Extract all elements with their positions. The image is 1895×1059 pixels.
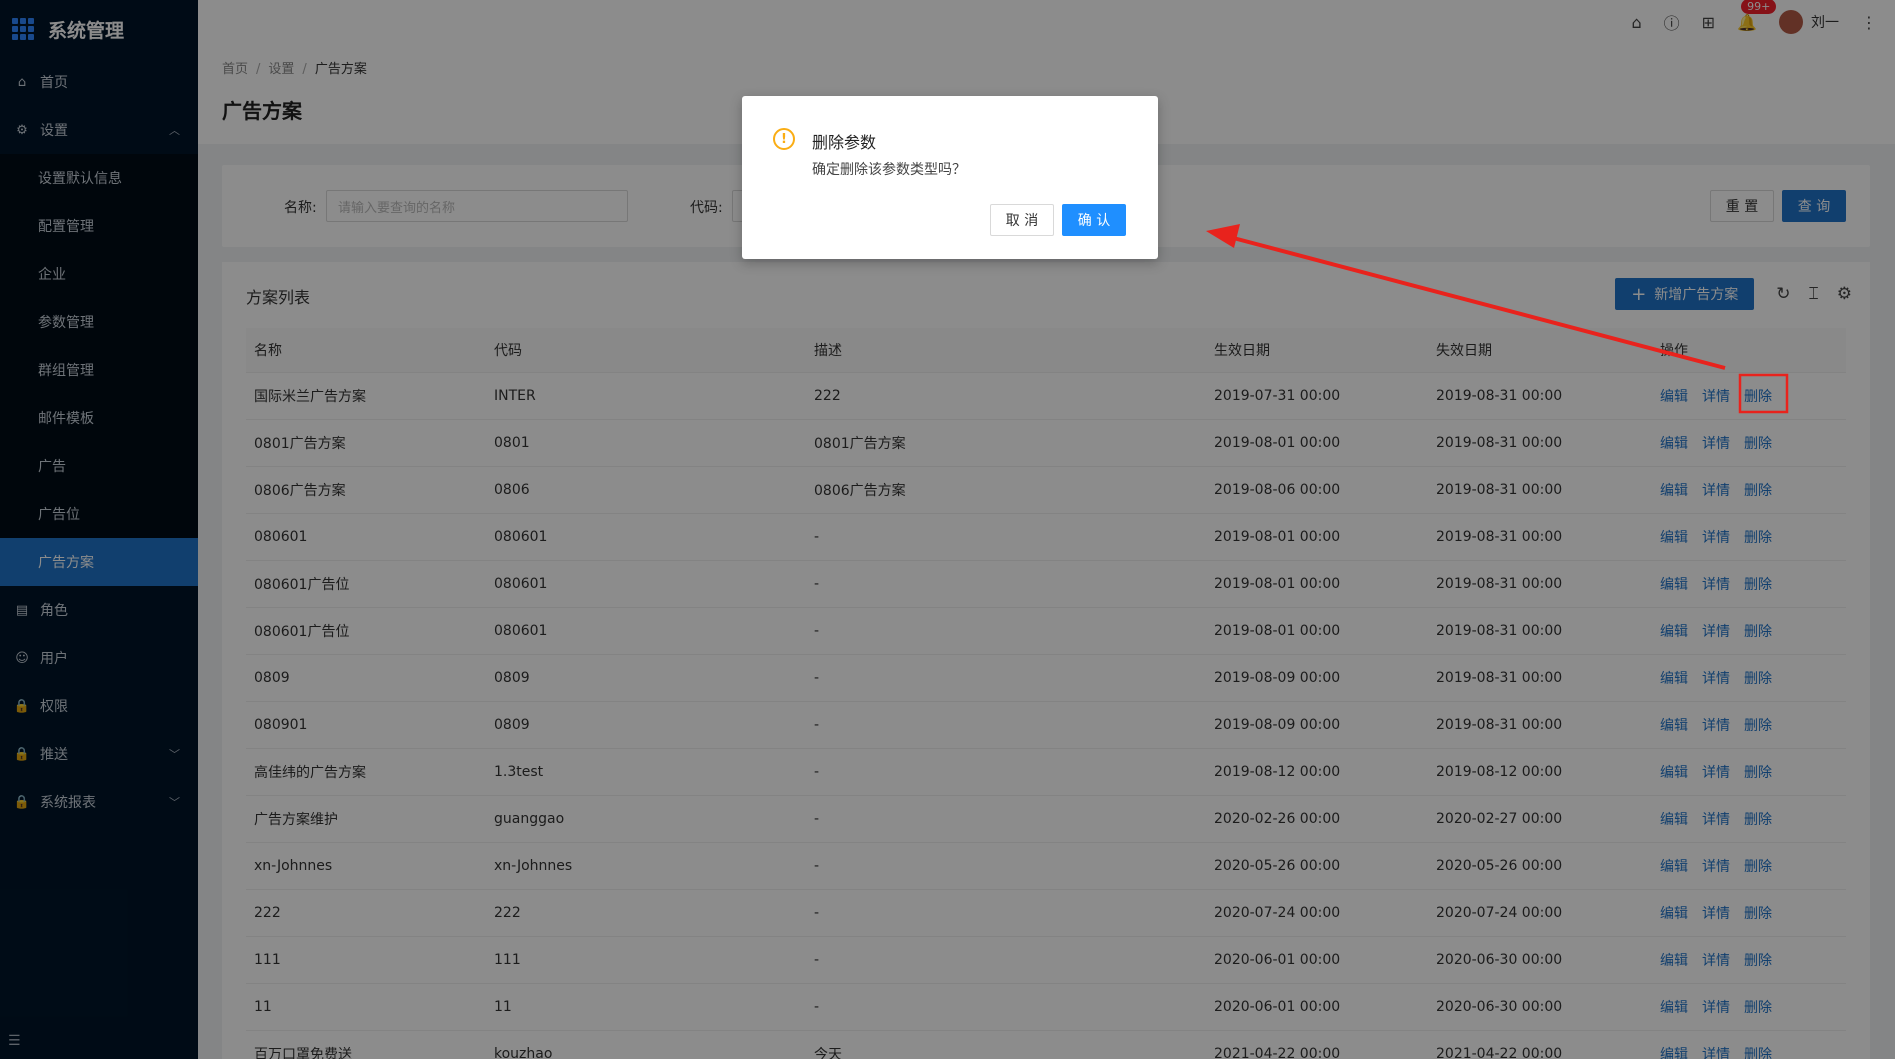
delete-confirm-modal: ! 删除参数 确定删除该参数类型吗？ 取 消 确 认: [742, 96, 1158, 259]
modal-content: 确定删除该参数类型吗？: [812, 162, 966, 178]
cancel-button[interactable]: 取 消: [990, 204, 1054, 236]
confirm-button[interactable]: 确 认: [1062, 204, 1126, 236]
exclamation-circle-icon: !: [773, 128, 795, 150]
modal-title: 删除参数: [812, 133, 877, 152]
